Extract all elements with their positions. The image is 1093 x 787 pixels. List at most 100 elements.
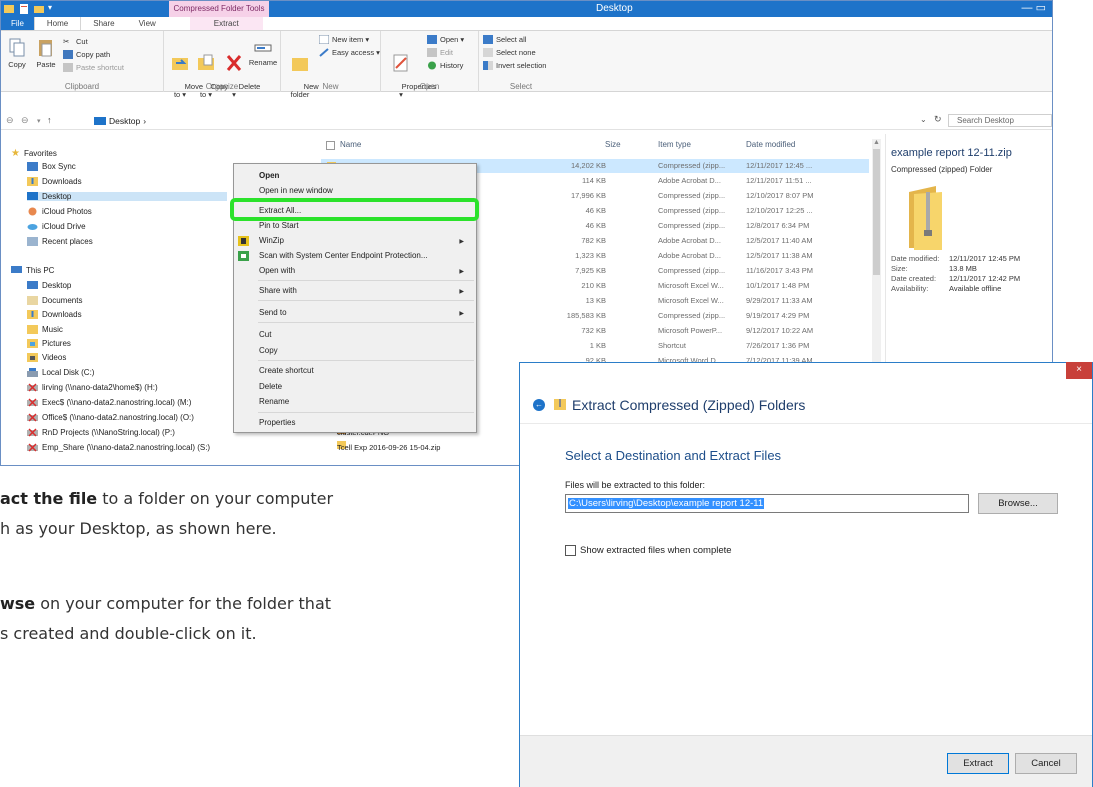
menu-item-delete[interactable]: Delete — [259, 382, 282, 391]
nav-item[interactable]: Downloads — [27, 310, 82, 319]
preview-size: Size: 13.8 MB — [891, 264, 977, 273]
select-group: Select all Select none Invert selection … — [479, 31, 563, 92]
destination-path-input[interactable]: C:\Users\lirving\Desktop\example report … — [565, 494, 969, 513]
extract-button[interactable]: Extract — [947, 753, 1009, 774]
tab-view[interactable]: View — [127, 17, 168, 30]
back-button[interactable]: ⊖ — [6, 115, 14, 126]
column-type[interactable]: Item type — [658, 140, 691, 149]
select-all-button[interactable]: Select all — [483, 35, 526, 44]
nav-item[interactable]: Box Sync — [27, 162, 76, 171]
menu-item-create-shortcut[interactable]: Create shortcut — [259, 366, 314, 375]
select-all-checkbox[interactable] — [326, 141, 335, 150]
rename-button[interactable]: Rename — [248, 37, 278, 67]
browse-button[interactable]: Browse... — [978, 493, 1058, 514]
preview-date-modified: Date modified: 12/11/2017 12:45 PM — [891, 254, 1021, 263]
cancel-button[interactable]: Cancel — [1015, 753, 1077, 774]
menu-item-cut[interactable]: Cut — [259, 330, 271, 339]
move-to-button[interactable]: Move to ▾ — [168, 37, 203, 107]
network-drive-icon — [27, 428, 38, 437]
menu-item-rename[interactable]: Rename — [259, 397, 289, 406]
nav-item[interactable]: Downloads — [27, 177, 82, 186]
open-button[interactable]: Open ▾ — [427, 35, 464, 44]
tab-share[interactable]: Share — [81, 17, 126, 30]
menu-item-pin-to-start[interactable]: Pin to Start — [259, 221, 299, 230]
nav-item[interactable]: Exec$ (\\nano-data2.nanostring.local) (M… — [27, 398, 191, 407]
menu-item-copy[interactable]: Copy — [259, 346, 278, 355]
easy-access-button[interactable]: Easy access ▾ — [319, 48, 380, 57]
nav-item[interactable]: iCloud Photos — [27, 207, 92, 216]
nav-item[interactable]: RnD Projects (\\NanoString.local) (P:) — [27, 428, 175, 437]
properties-button[interactable]: Properties ▾ — [385, 37, 436, 107]
search-input[interactable]: Search Desktop — [948, 114, 1052, 127]
edit-button[interactable]: Edit — [427, 48, 453, 57]
new-folder-button[interactable]: New folder — [287, 37, 319, 107]
checkbox-box[interactable] — [565, 545, 576, 556]
forward-button[interactable]: ⊖ — [21, 115, 29, 126]
nav-item[interactable]: Recent places — [27, 237, 93, 246]
show-extracted-files-checkbox[interactable]: Show extracted files when complete — [565, 545, 732, 556]
menu-item-properties[interactable]: Properties — [259, 418, 295, 427]
new-folder-icon[interactable] — [33, 3, 45, 15]
preview-availability: Availability: Available offline — [891, 284, 1002, 293]
ribbon-tabs: File Home Share View Extract — [1, 16, 1052, 31]
tab-file[interactable]: File — [1, 17, 34, 30]
column-size[interactable]: Size — [605, 140, 621, 149]
nav-this-pc[interactable]: This PC — [11, 266, 54, 275]
nav-item[interactable]: Local Disk (C:) — [27, 368, 94, 377]
tab-extract[interactable]: Extract — [189, 17, 263, 30]
history-button[interactable]: History — [427, 61, 463, 70]
computer-icon — [11, 266, 22, 273]
menu-item-send-to[interactable]: Send to — [259, 308, 287, 317]
copy-to-button[interactable]: Copy to ▾ — [194, 37, 228, 107]
paste-button[interactable]: Paste — [33, 37, 59, 69]
copy-path-button[interactable]: Copy path — [63, 50, 110, 59]
invert-selection-button[interactable]: Invert selection — [483, 61, 546, 70]
nav-item[interactable]: Emp_Share (\\nano-data2.nanostring.local… — [27, 443, 210, 452]
nav-item[interactable]: Music — [27, 325, 63, 334]
menu-item-winzip[interactable]: WinZip — [259, 236, 284, 245]
nav-favorites[interactable]: ★ Favorites — [11, 148, 57, 159]
nav-item[interactable]: Office$ (\\nano-data2.nanostring.local) … — [27, 413, 194, 422]
address-path[interactable]: Desktop › — [94, 115, 919, 127]
nav-item[interactable]: Videos — [27, 353, 66, 362]
select-none-button[interactable]: Select none — [483, 48, 536, 57]
nav-item[interactable]: Desktop — [27, 192, 227, 201]
address-segment-desktop[interactable]: Desktop — [109, 116, 140, 126]
menu-item-open-with[interactable]: Open with — [259, 266, 295, 275]
recent-locations-button[interactable]: ▾ — [37, 117, 41, 125]
column-date[interactable]: Date modified — [746, 140, 795, 149]
nav-item[interactable]: Desktop — [27, 281, 71, 290]
minimize-button[interactable]: — ▭ — [1022, 1, 1046, 14]
menu-item-open[interactable]: Open — [259, 171, 279, 180]
refresh-button[interactable]: ↻ — [934, 114, 942, 125]
nav-item[interactable]: Pictures — [27, 339, 71, 348]
address-dropdown-button[interactable]: ⌄ — [920, 115, 927, 124]
scrollbar-thumb[interactable] — [873, 149, 880, 275]
copy-button[interactable]: Copy — [4, 37, 30, 69]
menu-item-open-new-window[interactable]: Open in new window — [259, 186, 333, 195]
column-name[interactable]: Name — [340, 140, 361, 149]
nav-item[interactable]: lirving (\\nano-data2\home$) (H:) — [27, 383, 158, 392]
menu-item-share-with[interactable]: Share with — [259, 286, 297, 295]
nav-item[interactable]: Documents — [27, 296, 82, 305]
title-bar: ▾ Compressed Folder Tools Desktop — ▭ — [1, 1, 1052, 17]
chevron-right-icon[interactable]: › — [143, 116, 146, 126]
file-date: 9/19/2017 4:29 PM — [746, 311, 810, 320]
menu-item-scan[interactable]: Scan with System Center Endpoint Protect… — [259, 251, 428, 260]
cut-button[interactable]: ✂ Cut — [63, 37, 88, 46]
new-item-button[interactable]: New item ▾ — [319, 35, 369, 44]
file-type: Compressed (zipp... — [658, 266, 726, 275]
delete-button[interactable]: Delete ▾ — [222, 37, 260, 107]
file-date: 12/5/2017 11:38 AM — [746, 251, 813, 260]
close-button[interactable]: × — [1066, 362, 1092, 379]
back-arrow-icon[interactable]: ← — [533, 399, 545, 411]
paste-shortcut-button[interactable]: Paste shortcut — [63, 63, 124, 72]
qat-dropdown-icon[interactable]: ▾ — [48, 3, 60, 15]
file-size: 1 KB — [589, 341, 606, 350]
tab-home[interactable]: Home — [33, 16, 82, 30]
up-button[interactable]: ↑ — [47, 115, 52, 125]
properties-icon[interactable] — [18, 3, 30, 15]
file-date: 12/5/2017 11:40 AM — [746, 236, 813, 245]
nav-item[interactable]: iCloud Drive — [27, 222, 86, 231]
scroll-up-icon[interactable]: ▲ — [873, 139, 880, 146]
